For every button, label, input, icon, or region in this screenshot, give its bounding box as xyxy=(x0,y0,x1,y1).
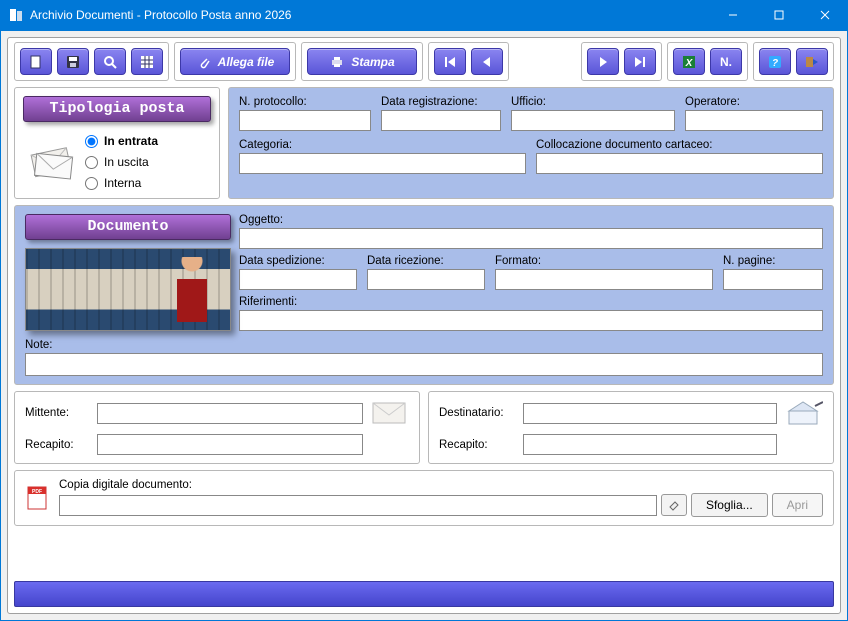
toolbar: Allega file Stampa X N. ? xyxy=(14,42,834,81)
digital-copy-panel: PDF Copia digitale documento: Sfoglia...… xyxy=(14,470,834,526)
mittente-recapito-label: Recapito: xyxy=(25,439,89,451)
grid-button[interactable] xyxy=(131,48,163,75)
note-label: Note: xyxy=(25,339,823,351)
ufficio-input[interactable] xyxy=(511,110,675,131)
grid-icon xyxy=(139,54,155,70)
save-icon xyxy=(65,54,81,70)
attach-file-button[interactable]: Allega file xyxy=(180,48,290,75)
search-icon xyxy=(102,54,118,70)
prev-icon xyxy=(479,54,495,70)
close-button[interactable] xyxy=(802,0,848,30)
new-button[interactable] xyxy=(20,48,52,75)
clear-path-button[interactable] xyxy=(661,494,687,516)
window-title: Archivio Documenti - Protocollo Posta an… xyxy=(30,8,710,22)
maximize-button[interactable] xyxy=(756,0,802,30)
radio-in-entrata[interactable]: In entrata xyxy=(85,134,158,148)
open-button[interactable]: Apri xyxy=(772,493,823,517)
formato-label: Formato: xyxy=(495,255,713,267)
nav-prev-button[interactable] xyxy=(471,48,503,75)
radio-in-uscita[interactable]: In uscita xyxy=(85,155,158,169)
oggetto-input[interactable] xyxy=(239,228,823,249)
eraser-icon xyxy=(667,498,681,512)
destinatario-recapito-input[interactable] xyxy=(523,434,777,455)
minimize-button[interactable] xyxy=(710,0,756,30)
data-registrazione-input[interactable] xyxy=(381,110,501,131)
attach-file-label: Allega file xyxy=(218,55,275,69)
svg-text:?: ? xyxy=(772,58,778,69)
n-protocollo-label: N. protocollo: xyxy=(239,96,371,108)
data-registrazione-label: Data registrazione: xyxy=(381,96,501,108)
riferimenti-label: Riferimenti: xyxy=(239,296,823,308)
export-excel-button[interactable]: X xyxy=(673,48,705,75)
mail-type-title: Tipologia posta xyxy=(23,96,211,122)
app-icon xyxy=(8,7,24,23)
documento-title: Documento xyxy=(25,214,231,240)
help-icon: ? xyxy=(767,54,783,70)
destinatario-input[interactable] xyxy=(523,403,777,424)
first-icon xyxy=(442,54,458,70)
digital-copy-path-input[interactable] xyxy=(59,495,657,516)
n-label: N. xyxy=(720,55,732,69)
formato-input[interactable] xyxy=(495,269,713,290)
exit-button[interactable] xyxy=(796,48,828,75)
excel-icon: X xyxy=(681,54,697,70)
paperclip-icon xyxy=(196,54,212,70)
mittente-input[interactable] xyxy=(97,403,363,424)
last-icon xyxy=(632,54,648,70)
exit-icon xyxy=(804,54,820,70)
search-button[interactable] xyxy=(94,48,126,75)
nav-first-button[interactable] xyxy=(434,48,466,75)
save-button[interactable] xyxy=(57,48,89,75)
categoria-label: Categoria: xyxy=(239,139,526,151)
number-button[interactable]: N. xyxy=(710,48,742,75)
mail-closed-icon xyxy=(371,400,409,426)
svg-text:X: X xyxy=(685,58,694,69)
printer-icon xyxy=(329,54,345,70)
title-bar: Archivio Documenti - Protocollo Posta an… xyxy=(0,0,848,30)
operatore-input[interactable] xyxy=(685,110,823,131)
oggetto-label: Oggetto: xyxy=(239,214,823,226)
n-pagine-label: N. pagine: xyxy=(723,255,823,267)
help-button[interactable]: ? xyxy=(759,48,791,75)
collocazione-label: Collocazione documento cartaceo: xyxy=(536,139,823,151)
data-spedizione-label: Data spedizione: xyxy=(239,255,357,267)
riferimenti-input[interactable] xyxy=(239,310,823,331)
nav-next-button[interactable] xyxy=(587,48,619,75)
next-icon xyxy=(595,54,611,70)
data-spedizione-input[interactable] xyxy=(239,269,357,290)
mittente-label: Mittente: xyxy=(25,407,89,419)
destinatario-panel: Destinatario: Recapito: xyxy=(428,391,834,464)
categoria-input[interactable] xyxy=(239,153,526,174)
pdf-icon: PDF xyxy=(25,485,51,511)
collocazione-input[interactable] xyxy=(536,153,823,174)
n-protocollo-input[interactable] xyxy=(239,110,371,131)
mail-type-panel: Tipologia posta In entrata In uscita Int… xyxy=(14,87,220,199)
envelope-icon xyxy=(25,135,79,189)
svg-text:PDF: PDF xyxy=(32,489,42,495)
radio-interna[interactable]: Interna xyxy=(85,176,158,190)
data-ricezione-input[interactable] xyxy=(367,269,485,290)
status-bar xyxy=(14,581,834,607)
note-input[interactable] xyxy=(25,353,823,376)
new-file-icon xyxy=(28,54,44,70)
n-pagine-input[interactable] xyxy=(723,269,823,290)
nav-last-button[interactable] xyxy=(624,48,656,75)
mittente-panel: Mittente: Recapito: xyxy=(14,391,420,464)
protocol-panel: N. protocollo: Data registrazione: Uffic… xyxy=(228,87,834,199)
digital-copy-label: Copia digitale documento: xyxy=(59,479,823,491)
destinatario-recapito-label: Recapito: xyxy=(439,439,515,451)
destinatario-label: Destinatario: xyxy=(439,407,515,419)
documento-panel: Documento Oggetto: Data spedizione: Data… xyxy=(14,205,834,385)
mittente-recapito-input[interactable] xyxy=(97,434,363,455)
operatore-label: Operatore: xyxy=(685,96,823,108)
print-label: Stampa xyxy=(351,55,394,69)
ufficio-label: Ufficio: xyxy=(511,96,675,108)
browse-button[interactable]: Sfoglia... xyxy=(691,493,768,517)
mail-open-icon xyxy=(785,400,823,426)
data-ricezione-label: Data ricezione: xyxy=(367,255,485,267)
archive-image xyxy=(25,248,231,331)
print-button[interactable]: Stampa xyxy=(307,48,417,75)
